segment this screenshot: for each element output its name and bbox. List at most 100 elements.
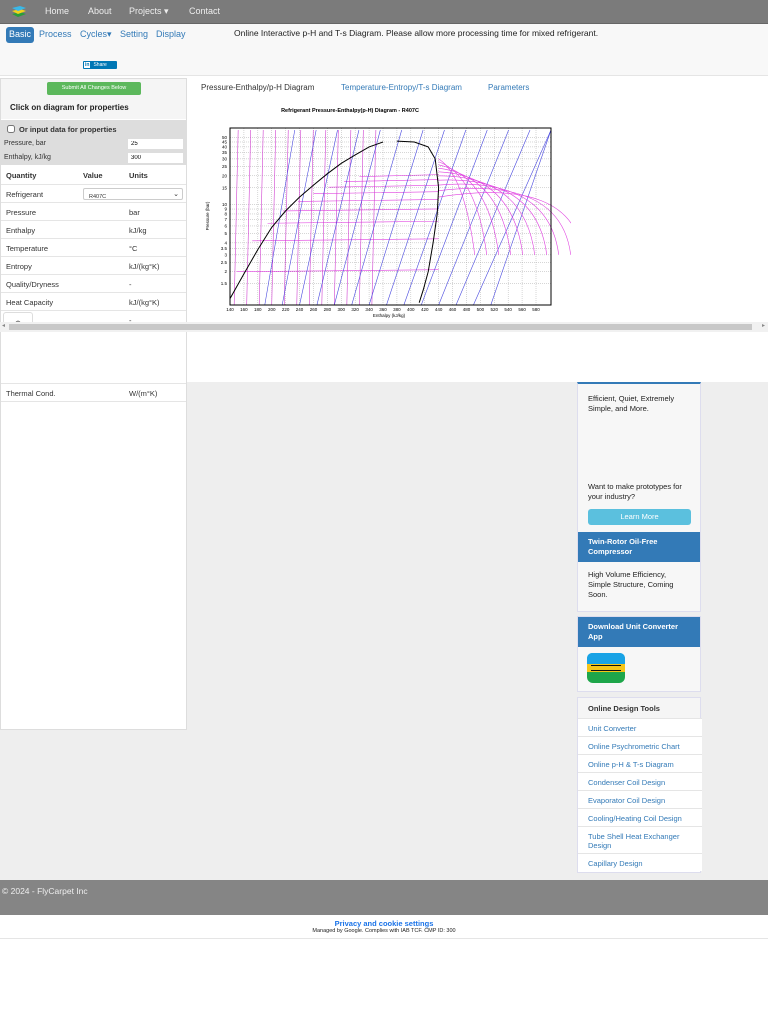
unit-converter-app-icon[interactable] — [587, 653, 625, 683]
card2-text: High Volume Efficiency, Simple Structure… — [588, 570, 674, 599]
quantity-label: Pressure — [6, 208, 37, 217]
x-tick-label: 540 — [504, 307, 512, 312]
quantity-label: Temperature — [6, 244, 49, 253]
x-tick-label: 380 — [393, 307, 401, 312]
privacy-settings-link[interactable]: Privacy and cookie settings — [0, 919, 768, 928]
tab-setting[interactable]: Setting — [117, 27, 151, 43]
tab-ts-diagram[interactable]: Temperature-Entropy/T-s Diagram — [333, 80, 470, 98]
isotherm-line — [246, 129, 251, 306]
tab-basic[interactable]: Basic — [6, 27, 35, 43]
header-quantity: Quantity — [6, 171, 37, 180]
isentrope-line — [490, 129, 552, 306]
x-tick-label: 140 — [226, 307, 234, 312]
tool-link[interactable]: Capillary Design — [578, 853, 702, 871]
table-row: Entropy kJ/(kg°K) — [1, 256, 186, 274]
input-data-checkbox[interactable] — [7, 125, 15, 133]
x-tick-label: 360 — [379, 307, 387, 312]
panel-header: Submit All Changes Below Click on diagra… — [1, 79, 186, 119]
x-axis-label: Enthalpy (kJ/kg) — [373, 313, 406, 318]
isotherm-line — [298, 199, 439, 202]
y-tick-label: 30 — [222, 156, 228, 161]
tab-process[interactable]: Process — [36, 27, 75, 43]
tool-link[interactable]: Tube Shell Heat Exchanger Design — [578, 826, 702, 853]
quantity-units: kJ/kg — [129, 226, 147, 235]
tab-ph-diagram[interactable]: Pressure-Enthalpy/p-H Diagram — [193, 80, 323, 98]
quantity-label: Enthalpy — [6, 226, 36, 235]
enthalpy-input[interactable] — [128, 153, 183, 163]
table-header: Quantity Value Units — [1, 166, 186, 184]
isotherm-line — [321, 129, 327, 306]
superheat-isotherm — [438, 167, 512, 255]
horizontal-scrollbar[interactable]: ◂ ▸ — [0, 322, 768, 332]
tab-display[interactable]: Display — [153, 27, 189, 43]
y-tick-label: 40 — [222, 144, 228, 149]
y-tick-label: 10 — [222, 202, 228, 207]
x-tick-label: 440 — [435, 307, 443, 312]
top-navbar: Home About Projects ▾ Contact — [0, 0, 768, 24]
chart-title: Refrigerant Pressure-Enthalpy(p-H) Diagr… — [281, 108, 419, 114]
nav-about[interactable]: About — [88, 6, 112, 16]
y-tick-label: 3 — [224, 252, 227, 257]
header-value: Value — [83, 171, 103, 180]
footer: © 2024 - FlyCarpet Inc — [0, 880, 768, 915]
tab-cycles[interactable]: Cycles▾ — [77, 27, 115, 43]
x-tick-label: 400 — [407, 307, 415, 312]
y-tick-label: 4 — [224, 240, 227, 245]
isentrope-line — [420, 129, 488, 306]
submit-changes-button[interactable]: Submit All Changes Below — [47, 82, 141, 95]
tab-cycles-label: Cycles — [80, 29, 108, 39]
card1-text: Efficient, Quiet, Extremely Simple, and … — [588, 394, 675, 413]
table-row: Enthalpy kJ/kg — [1, 220, 186, 238]
chevron-down-icon: ⌄ — [173, 191, 179, 198]
x-tick-label: 280 — [324, 307, 332, 312]
tool-link[interactable]: Online p-H & T-s Diagram — [578, 754, 702, 772]
quantity-units: kJ/(kg°K) — [129, 262, 160, 271]
y-tick-label: 3.5 — [221, 246, 228, 251]
y-tick-label: 15 — [222, 185, 228, 190]
refrigerant-select[interactable]: R407C ⌄ — [83, 188, 183, 200]
y-tick-label: 9 — [224, 207, 227, 212]
x-tick-label: 320 — [351, 307, 359, 312]
managed-by-text: Managed by Google. Complies with IAB TCF… — [312, 928, 456, 934]
tool-link[interactable]: Evaporator Coil Design — [578, 790, 702, 808]
ph-diagram[interactable]: Refrigerant Pressure-Enthalpy(p-H) Diagr… — [193, 98, 584, 322]
table-row: Temperature °C — [1, 238, 186, 256]
isotherm-line — [258, 129, 264, 306]
tool-link[interactable]: Unit Converter — [578, 718, 702, 736]
ph-chart-svg[interactable]: Refrigerant Pressure-Enthalpy(p-H) Diagr… — [193, 98, 584, 322]
isentrope-line — [455, 129, 531, 306]
y-tick-label: 5 — [224, 231, 227, 236]
nav-home[interactable]: Home — [45, 6, 69, 16]
scroll-left-icon[interactable]: ◂ — [2, 322, 5, 329]
x-tick-label: 160 — [240, 307, 248, 312]
logo-icon[interactable] — [11, 5, 27, 18]
y-tick-label: 20 — [222, 173, 228, 178]
learn-more-button[interactable]: Learn More — [588, 509, 691, 525]
tool-link[interactable]: Online Psychrometric Chart — [578, 736, 702, 754]
y-tick-label: 6 — [224, 223, 227, 228]
isentrope-line — [368, 129, 424, 306]
x-tick-label: 180 — [254, 307, 262, 312]
quantity-label: Entropy — [6, 262, 32, 271]
isotherm-line — [267, 220, 439, 224]
pressure-input[interactable] — [128, 139, 183, 149]
pressure-input-label: Pressure, bar — [4, 140, 47, 147]
thermal-cond-label: Thermal Cond. — [6, 389, 56, 398]
x-tick-label: 580 — [532, 307, 540, 312]
tool-link[interactable]: Cooling/Heating Coil Design — [578, 808, 702, 826]
scroll-right-icon[interactable]: ▸ — [762, 322, 765, 329]
scrollbar-thumb[interactable] — [9, 324, 752, 330]
x-tick-label: 340 — [365, 307, 373, 312]
tab-parameters[interactable]: Parameters — [480, 80, 537, 98]
y-tick-label: 2 — [224, 269, 227, 274]
isentrope-line — [351, 129, 402, 306]
nav-contact[interactable]: Contact — [189, 6, 220, 16]
share-label: Share — [93, 62, 107, 68]
nav-projects[interactable]: Projects ▾ — [129, 6, 169, 17]
linkedin-share-button[interactable]: in Share — [83, 61, 117, 69]
intro-text: Online Interactive p-H and T-s Diagram. … — [234, 28, 599, 38]
tool-link[interactable]: Condenser Coil Design — [578, 772, 702, 790]
table-row-refrigerant: Refrigerant R407C ⌄ — [1, 184, 186, 202]
table-row: Heat Capacity kJ/(kg°K) — [1, 292, 186, 310]
x-tick-label: 480 — [463, 307, 471, 312]
